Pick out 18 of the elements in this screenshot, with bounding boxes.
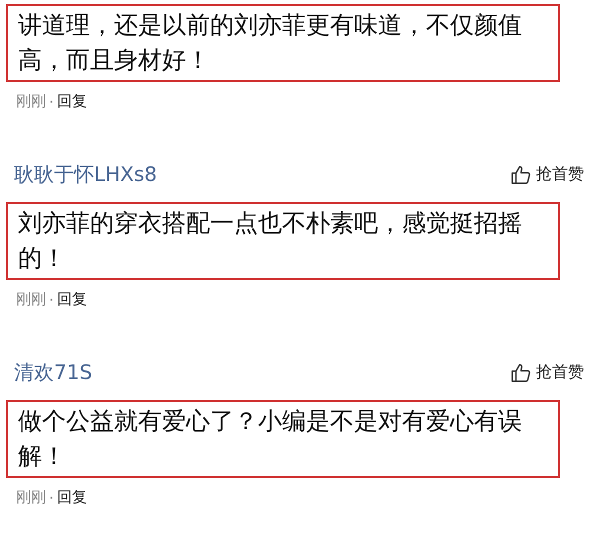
separator-dot: ·: [49, 290, 54, 308]
timestamp: 刚刚: [16, 290, 46, 309]
thumbs-up-icon: [510, 362, 532, 384]
comment-text: 刘亦菲的穿衣搭配一点也不朴素吧，感觉挺招摇的！: [6, 202, 560, 280]
timestamp: 刚刚: [16, 488, 46, 507]
separator-dot: ·: [49, 92, 54, 110]
timestamp: 刚刚: [16, 92, 46, 111]
comment-text: 做个公益就有爱心了？小编是不是对有爱心有误解！: [6, 400, 560, 478]
username-link[interactable]: 耿耿于怀LHXs8: [14, 161, 158, 188]
thumbs-up-icon: [510, 164, 532, 186]
username-link[interactable]: 清欢71S: [14, 359, 92, 386]
reply-link[interactable]: 回复: [56, 290, 87, 309]
like-button[interactable]: 抢首赞: [510, 164, 584, 186]
like-button[interactable]: 抢首赞: [510, 362, 584, 384]
reply-link[interactable]: 回复: [56, 92, 87, 111]
reply-link[interactable]: 回复: [56, 488, 87, 507]
comment-text: 讲道理，还是以前的刘亦菲更有味道，不仅颜值高，而且身材好！: [6, 4, 560, 82]
separator-dot: ·: [49, 488, 54, 506]
